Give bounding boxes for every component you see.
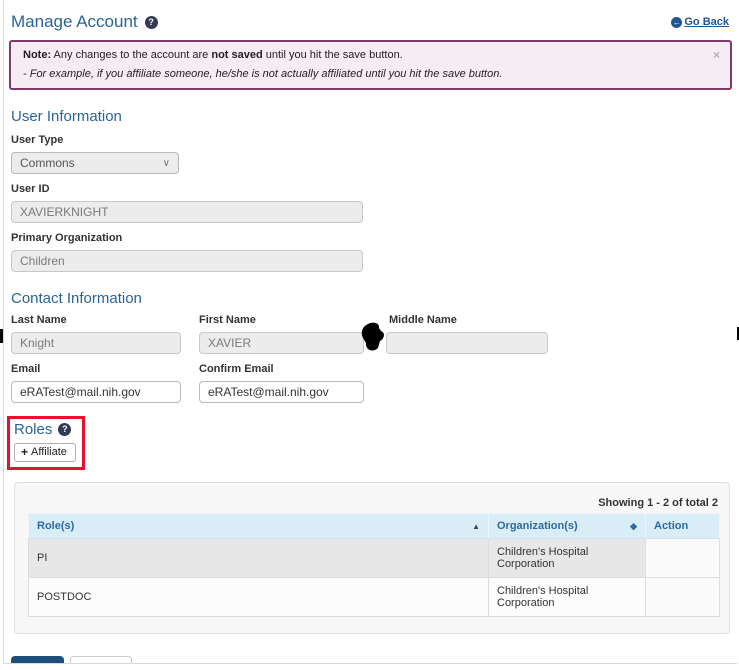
note-line1: Note: Any changes to the account are not… <box>23 49 704 62</box>
table-row: POSTDOC Children's Hospital Corporation <box>29 578 720 617</box>
user-id-label: User ID <box>11 183 737 196</box>
affiliate-button-label: Affiliate <box>31 446 67 458</box>
help-icon[interactable]: ? <box>145 16 158 29</box>
column-header-organizations[interactable]: Organization(s) ◆ <box>489 514 646 539</box>
note-banner: Note: Any changes to the account are not… <box>9 40 732 90</box>
note-line2: - For example, if you affiliate someone,… <box>23 68 704 81</box>
primary-organization-label: Primary Organization <box>11 232 737 245</box>
roles-table: Role(s) ▲ Organization(s) ◆ Action PI Ch… <box>28 513 720 617</box>
column-header-organizations-label: Organization(s) <box>497 520 578 532</box>
last-name-label: Last Name <box>11 314 181 327</box>
save-button[interactable]: Save <box>11 656 64 664</box>
user-information-heading: User Information <box>11 108 737 125</box>
go-back-link[interactable]: ← Go Back <box>671 16 729 28</box>
showing-count: Showing 1 - 2 of total 2 <box>28 497 720 509</box>
column-header-action: Action <box>646 514 720 539</box>
note-bold: not saved <box>211 49 262 61</box>
column-header-action-label: Action <box>654 520 688 532</box>
email-label: Email <box>11 363 181 376</box>
action-cell <box>646 539 720 578</box>
email-field[interactable] <box>11 381 181 403</box>
roles-heading: Roles <box>14 421 52 438</box>
page-header: Manage Account ? ← Go Back <box>4 0 737 32</box>
ink-blot-mark <box>359 322 387 352</box>
sort-both-icon[interactable]: ◆ <box>630 521 637 532</box>
middle-name-field <box>386 332 548 354</box>
middle-name-label: Middle Name <box>389 314 548 327</box>
confirm-email-field[interactable] <box>199 381 364 403</box>
note-label: Note: <box>23 49 51 61</box>
back-arrow-icon: ← <box>671 17 682 28</box>
note-seg1: Any changes to the account are <box>51 49 211 61</box>
roles-help-icon[interactable]: ? <box>58 423 71 436</box>
sort-asc-icon[interactable]: ▲ <box>472 522 480 531</box>
role-cell: POSTDOC <box>29 578 489 617</box>
column-header-roles[interactable]: Role(s) ▲ <box>29 514 489 539</box>
last-name-field <box>11 332 181 354</box>
first-name-label: First Name <box>199 314 364 327</box>
confirm-email-label: Confirm Email <box>199 363 364 376</box>
chevron-down-icon: ∨ <box>163 158 170 169</box>
roles-table-panel: Showing 1 - 2 of total 2 Role(s) ▲ Organ… <box>14 482 730 634</box>
note-seg2: until you hit the save button. <box>263 49 403 61</box>
action-cell <box>646 578 720 617</box>
user-type-value: Commons <box>20 156 75 170</box>
page-title: Manage Account <box>11 12 138 32</box>
user-type-select[interactable]: Commons ∨ <box>11 152 179 174</box>
left-edge-mark <box>0 329 3 343</box>
first-name-field <box>199 332 364 354</box>
primary-organization-field <box>11 250 363 272</box>
column-header-roles-label: Role(s) <box>37 520 74 532</box>
affiliate-button[interactable]: + Affiliate <box>14 443 76 462</box>
organization-cell: Children's Hospital Corporation <box>489 539 646 578</box>
user-id-field <box>11 201 363 223</box>
user-type-label: User Type <box>11 134 737 147</box>
close-icon[interactable]: × <box>713 49 720 61</box>
roles-highlight-box: Roles ? + Affiliate <box>7 416 85 470</box>
role-cell: PI <box>29 539 489 578</box>
organization-cell: Children's Hospital Corporation <box>489 578 646 617</box>
plus-icon: + <box>21 447 28 458</box>
go-back-label: Go Back <box>684 16 729 28</box>
table-row: PI Children's Hospital Corporation <box>29 539 720 578</box>
cancel-button[interactable]: Cancel <box>70 656 131 664</box>
contact-information-heading: Contact Information <box>11 290 737 307</box>
